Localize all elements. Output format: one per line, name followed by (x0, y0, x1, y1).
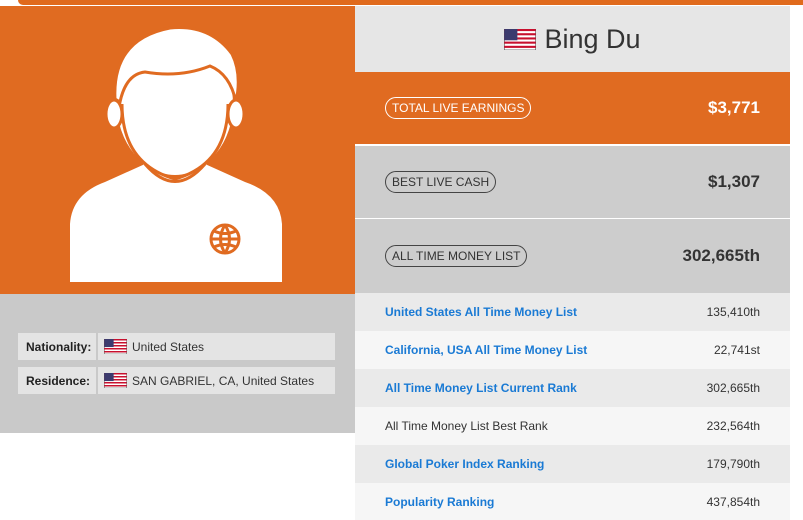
ranking-link-current-rank[interactable]: All Time Money List Current Rank (385, 381, 577, 395)
top-accent-strip (18, 0, 803, 5)
nationality-value-cell: United States (98, 333, 335, 360)
total-live-earnings-value: $3,771 (708, 98, 760, 117)
ranking-value: 437,854th (706, 495, 760, 509)
nationality-value: United States (132, 339, 205, 354)
ranking-label-best-rank: All Time Money List Best Rank (385, 419, 548, 433)
ranking-link-california-all-time[interactable]: California, USA All Time Money List (385, 343, 587, 357)
total-live-earnings-label: TOTAL LIVE EARNINGS (385, 97, 532, 119)
player-info-panel: Nationality: United States Residence: SA… (0, 294, 355, 433)
residence-row: Residence: SAN GABRIEL, CA, United State… (18, 367, 335, 394)
person-silhouette-icon (70, 26, 282, 282)
ranking-value: 232,564th (706, 419, 760, 433)
us-flag-icon (104, 373, 127, 388)
ranking-row: United States All Time Money List 135,41… (355, 293, 790, 331)
ranking-value: 179,790th (706, 457, 760, 471)
ranking-link-us-all-time[interactable]: United States All Time Money List (385, 305, 577, 319)
us-flag-icon (104, 339, 127, 354)
residence-value: SAN GABRIEL, CA, United States (132, 373, 315, 388)
ranking-row: All Time Money List Best Rank 232,564th (355, 407, 790, 445)
ranking-link-popularity[interactable]: Popularity Ranking (385, 495, 494, 509)
player-name: Bing Du (544, 23, 641, 54)
player-avatar (0, 6, 355, 294)
ranking-row: Global Poker Index Ranking 179,790th (355, 445, 790, 483)
ranking-value: 302,665th (706, 381, 760, 395)
residence-label: Residence: (18, 367, 96, 394)
total-live-earnings-row: TOTAL LIVE EARNINGS $3,771 (355, 72, 790, 144)
ranking-row: Popularity Ranking 437,854th (355, 483, 790, 520)
nationality-label: Nationality: (18, 333, 96, 360)
best-live-cash-value: $1,307 (708, 172, 760, 191)
all-time-money-list-value: 302,665th (682, 246, 761, 265)
ranking-value: 135,410th (706, 305, 760, 319)
ranking-row: All Time Money List Current Rank 302,665… (355, 369, 790, 407)
all-time-money-list-row: ALL TIME MONEY LIST 302,665th (355, 219, 790, 293)
ranking-row: California, USA All Time Money List 22,7… (355, 331, 790, 369)
player-name-header: Bing Du (355, 6, 790, 72)
ranking-value: 22,741st (713, 343, 760, 357)
all-time-money-list-label: ALL TIME MONEY LIST (385, 245, 528, 267)
ranking-link-gpi[interactable]: Global Poker Index Ranking (385, 457, 544, 471)
us-flag-icon (504, 28, 537, 50)
residence-value-cell: SAN GABRIEL, CA, United States (98, 367, 335, 394)
best-live-cash-row: BEST LIVE CASH $1,307 (355, 146, 790, 218)
nationality-row: Nationality: United States (18, 333, 335, 360)
best-live-cash-label: BEST LIVE CASH (385, 171, 497, 193)
